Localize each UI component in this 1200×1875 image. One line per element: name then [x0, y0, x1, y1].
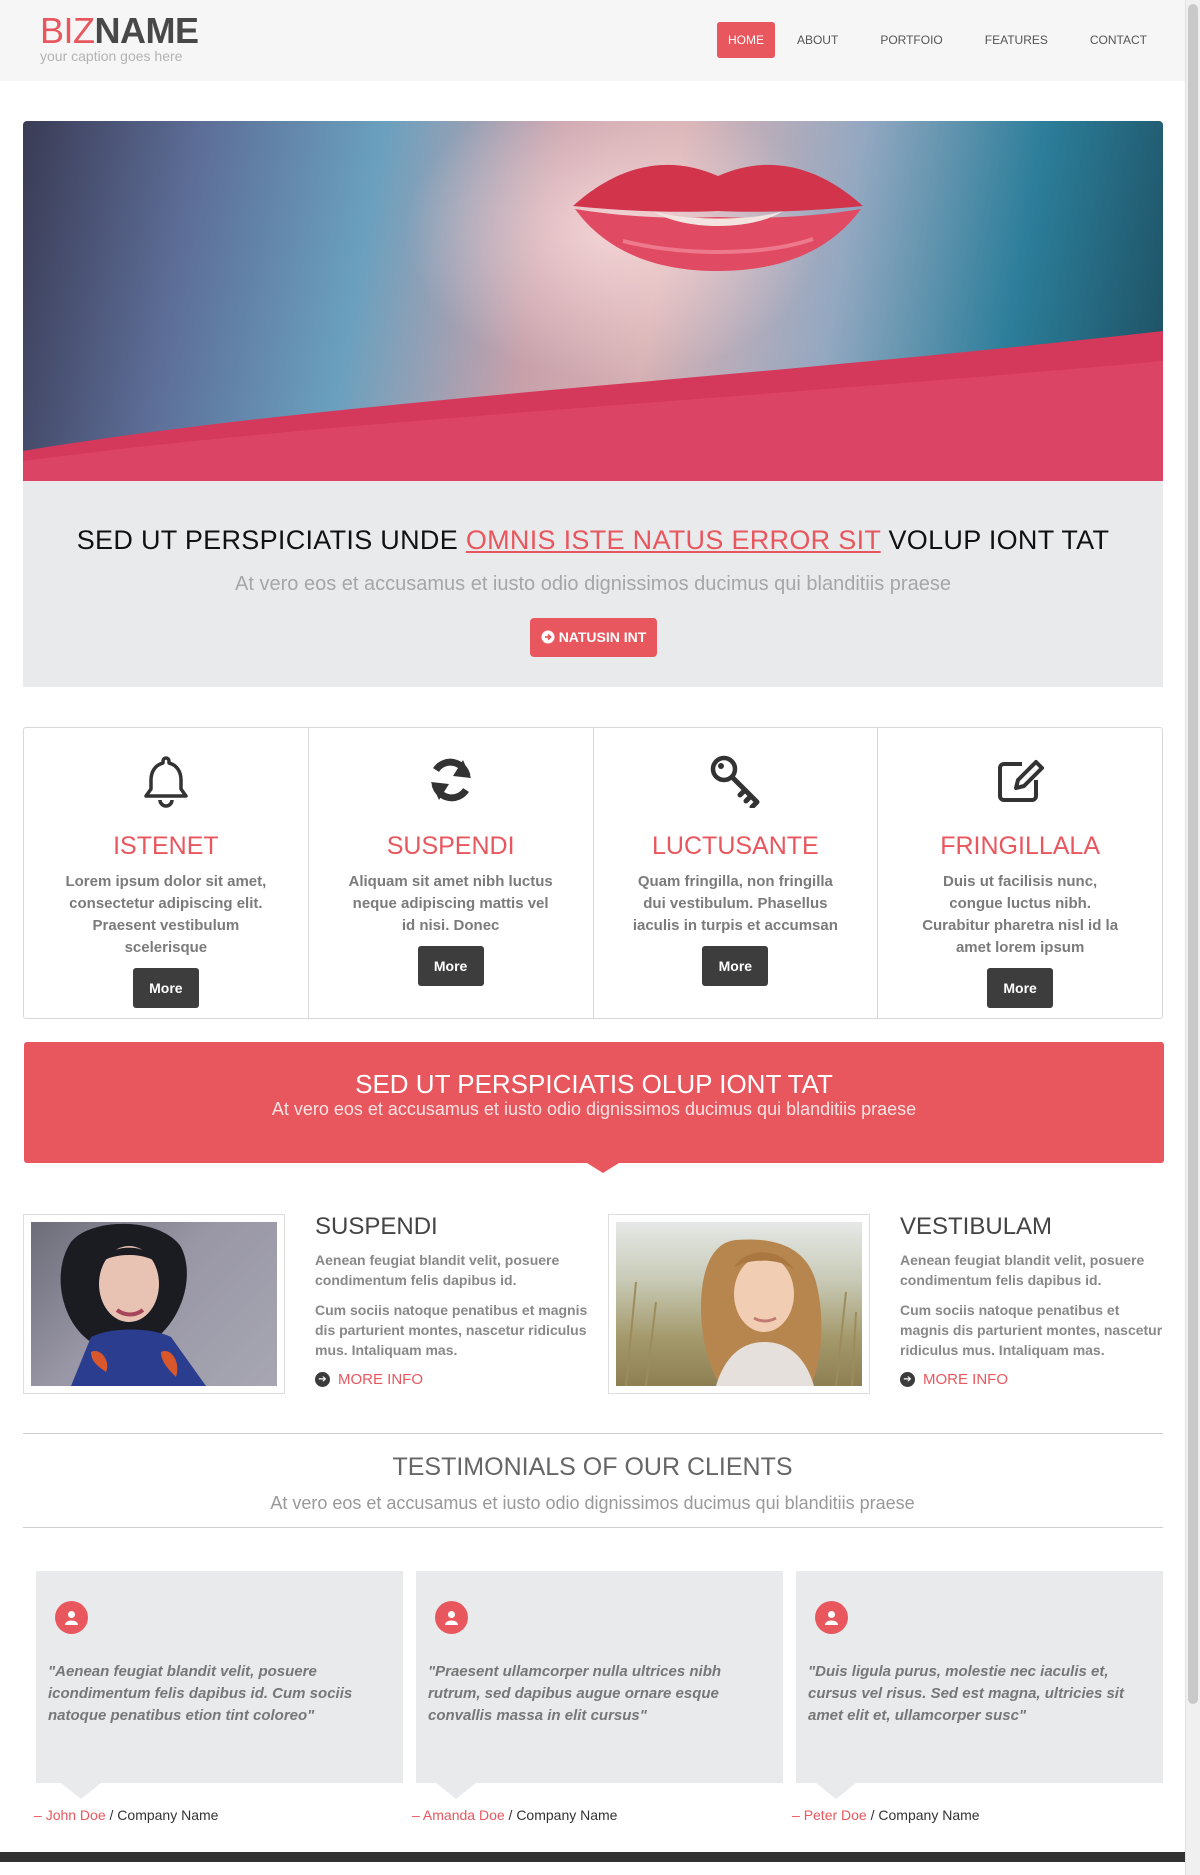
- intro-section: SED UT PERSPICIATIS UNDE OMNIS ISTE NATU…: [23, 481, 1163, 687]
- lips-image: [573, 164, 863, 271]
- natusin-int-button[interactable]: NATUSIN INT: [530, 618, 657, 657]
- user-avatar-icon: [435, 1601, 468, 1634]
- natusin-int-label: NATUSIN INT: [558, 629, 647, 645]
- author-company: Company Name: [516, 1807, 618, 1823]
- feature-text: Quam fringilla, non fringilla dui vestib…: [632, 873, 838, 934]
- nav-portfolio[interactable]: PORTFOIO: [860, 22, 962, 58]
- testimonial-pointer: [61, 1783, 101, 1799]
- author-dash: –: [792, 1807, 800, 1823]
- logo-part-biz: BIZ: [40, 10, 95, 51]
- testimonial-card: "Aenean feugiat blandit velit, posuere i…: [36, 1571, 403, 1783]
- banner-pointer: [587, 1163, 619, 1173]
- author-separator: /: [870, 1807, 875, 1823]
- nav-contact[interactable]: CONTACT: [1070, 22, 1167, 58]
- promo-banner: SED UT PERSPICIATIS OLUP IONT TAT At ver…: [24, 1042, 1164, 1163]
- main-nav: HOME ABOUT PORTFOIO FEATURES CONTACT: [715, 22, 1167, 58]
- testimonial-pointer: [436, 1783, 476, 1799]
- author-separator: /: [508, 1807, 513, 1823]
- nav-features[interactable]: FEATURES: [965, 22, 1068, 58]
- more-info-link[interactable]: ➔ MORE INFO: [900, 1371, 1008, 1388]
- refresh-icon: [430, 758, 471, 802]
- feature-title: LUCTUSANTE: [652, 832, 819, 860]
- feature-text: Duis ut facilisis nunc, congue luctus ni…: [922, 873, 1119, 956]
- feature-title: SUSPENDI: [386, 832, 515, 860]
- woman-photo: [625, 1239, 857, 1386]
- feature-more-button[interactable]: More: [417, 946, 484, 986]
- circle-arrow-right-icon: ➔: [315, 1372, 330, 1387]
- headline-end: VOLUP IONT TAT: [888, 525, 1110, 555]
- nav-about[interactable]: ABOUT: [777, 22, 858, 58]
- headline-start: SED UT PERSPICIATIS UNDE: [76, 525, 459, 555]
- divider: [23, 1433, 1163, 1434]
- circle-arrow-right-icon: [541, 630, 555, 644]
- profile-photo: [608, 1214, 870, 1394]
- page-scrollbar[interactable]: [1185, 0, 1200, 1875]
- more-info-link[interactable]: ➔ MORE INFO: [315, 1371, 423, 1388]
- feature-text: Lorem ipsum dolor sit amet, consectetur …: [65, 873, 267, 956]
- testimonial-card: "Praesent ullamcorper nulla ultrices nib…: [416, 1571, 783, 1783]
- user-avatar-icon: [815, 1601, 848, 1634]
- user-avatar-icon: [55, 1601, 88, 1634]
- site-logo[interactable]: BIZNAME: [40, 12, 199, 50]
- testimonial-pointer: [816, 1783, 856, 1799]
- testimonial-quote: "Aenean feugiat blandit velit, posuere i…: [48, 1663, 353, 1724]
- profile-text: Aenean feugiat blandit velit, posuere co…: [315, 1252, 560, 1288]
- feature-more-button[interactable]: More: [132, 968, 199, 1008]
- author-name: John Doe: [45, 1807, 106, 1823]
- features-grid: ISTENET Lorem ipsum dolor sit amet, cons…: [23, 727, 1163, 1019]
- profile-text: Cum sociis natoque penatibus et magnis d…: [315, 1302, 588, 1358]
- testimonial-author: – Peter Doe / Company Name: [792, 1807, 980, 1823]
- banner-subtitle: At vero eos et accusamus et iusto odio d…: [271, 1099, 917, 1119]
- fabric-image: [23, 331, 1163, 481]
- profile-photo: [23, 1214, 285, 1394]
- feature-title: ISTENET: [113, 832, 219, 860]
- profile-text: Aenean feugiat blandit velit, posuere co…: [900, 1252, 1145, 1288]
- nav-home[interactable]: HOME: [716, 22, 775, 58]
- profile-title: SUSPENDI: [315, 1213, 438, 1240]
- more-info-label: MORE INFO: [338, 1371, 423, 1388]
- woman-photo: [60, 1223, 206, 1386]
- testimonial-author: – John Doe / Company Name: [34, 1807, 218, 1823]
- feature-card: ISTENET Lorem ipsum dolor sit amet, cons…: [24, 728, 308, 1018]
- key-icon: [711, 755, 760, 808]
- intro-headline: SED UT PERSPICIATIS UNDE OMNIS ISTE NATU…: [23, 525, 1163, 556]
- testimonials-title: TESTIMONIALS OF OUR CLIENTS: [392, 1453, 793, 1481]
- testimonial-author: – Amanda Doe / Company Name: [412, 1807, 617, 1823]
- feature-title: FRINGILLALA: [940, 832, 1101, 860]
- hero-image: [23, 121, 1163, 481]
- circle-arrow-right-icon: ➔: [900, 1372, 915, 1387]
- site-header: BIZNAME your caption goes here HOME ABOU…: [0, 0, 1185, 81]
- testimonials-subtitle: At vero eos et accusamus et iusto odio d…: [270, 1493, 915, 1513]
- feature-text: Aliquam sit amet nibh luctus neque adipi…: [348, 873, 553, 934]
- testimonial-card: "Duis ligula purus, molestie nec iaculis…: [796, 1571, 1163, 1783]
- author-dash: –: [34, 1807, 42, 1823]
- feature-card: FRINGILLALA Duis ut facilisis nunc, cong…: [877, 728, 1162, 1018]
- feature-more-button[interactable]: More: [987, 968, 1054, 1008]
- author-dash: –: [412, 1807, 420, 1823]
- feature-more-button[interactable]: More: [702, 946, 769, 986]
- more-info-label: MORE INFO: [923, 1371, 1008, 1388]
- intro-subtitle: At vero eos et accusamus et iusto odio d…: [235, 573, 951, 595]
- author-separator: /: [109, 1807, 114, 1823]
- author-company: Company Name: [117, 1807, 219, 1823]
- footer-bar: [0, 1852, 1185, 1862]
- profile-text: Cum sociis natoque penatibus et magnis d…: [900, 1302, 1163, 1358]
- feature-card: SUSPENDI Aliquam sit amet nibh luctus ne…: [307, 728, 593, 1018]
- bell-icon: [144, 756, 188, 808]
- testimonial-quote: "Duis ligula purus, molestie nec iaculis…: [808, 1663, 1124, 1724]
- feature-card: LUCTUSANTE Quam fringilla, non fringilla…: [592, 728, 878, 1018]
- author-name: Amanda Doe: [422, 1807, 505, 1823]
- site-caption: your caption goes here: [40, 48, 183, 64]
- profile-title: VESTIBULAM: [900, 1213, 1053, 1240]
- scrollbar-thumb[interactable]: [1188, 4, 1198, 1704]
- author-company: Company Name: [878, 1807, 980, 1823]
- headline-highlight-link[interactable]: OMNIS ISTE NATUS ERROR SIT: [466, 525, 881, 555]
- logo-part-name: NAME: [94, 10, 200, 51]
- author-name: Peter Doe: [803, 1807, 867, 1823]
- divider: [23, 1527, 1163, 1528]
- testimonial-quote: "Praesent ullamcorper nulla ultrices nib…: [428, 1663, 722, 1724]
- banner-title: SED UT PERSPICIATIS OLUP IONT TAT: [355, 1069, 833, 1099]
- edit-icon: [998, 760, 1045, 802]
